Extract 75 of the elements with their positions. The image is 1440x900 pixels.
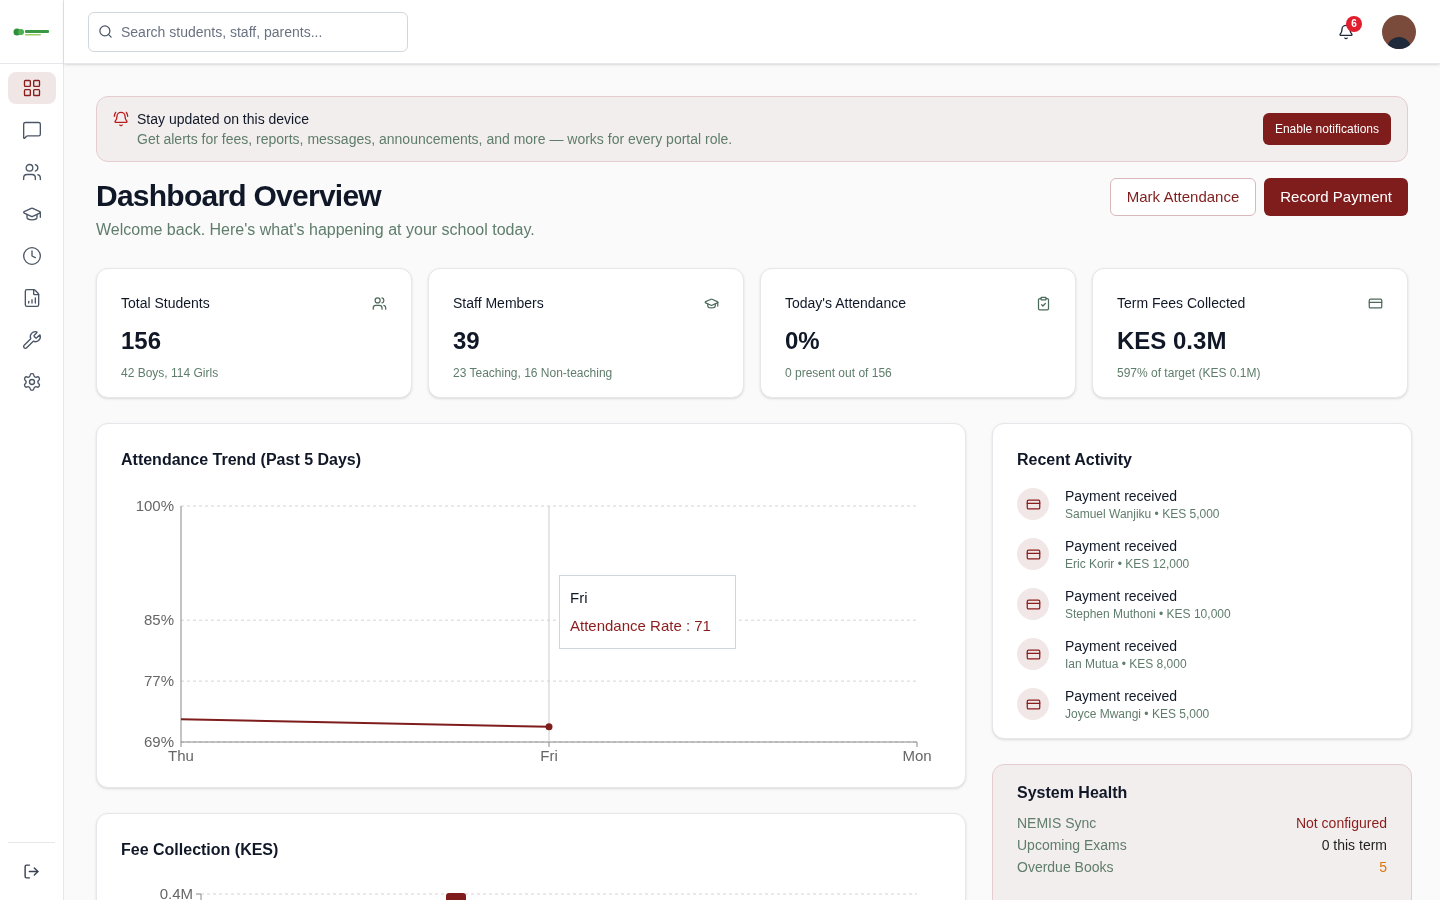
user-avatar[interactable]: [1382, 14, 1416, 49]
clock-icon: [21, 246, 42, 266]
page-subtitle: Welcome back. Here's what's happening at your school today.: [96, 220, 535, 240]
dashboard-icon: [21, 78, 42, 98]
activity-detail: Joyce Mwangi • KES 5,000: [1065, 706, 1210, 722]
notification-count: 6: [1346, 15, 1362, 32]
stat-value: 0%: [785, 326, 821, 356]
payment-icon: [1017, 488, 1049, 520]
y-tick-label: 100%: [135, 497, 174, 514]
logo-icon[interactable]: [12, 26, 51, 37]
banner-title: Stay updated on this device: [137, 110, 310, 129]
stat-label: Term Fees Collected: [1117, 294, 1246, 313]
payment-icon: [1017, 638, 1049, 670]
stat-note: 597% of target (KES 0.1M): [1117, 365, 1262, 381]
nav-item[interactable]: [7, 72, 56, 104]
activity-title: Payment received: [1065, 687, 1179, 706]
card-title: Recent Activity: [1017, 450, 1133, 470]
card-title: Attendance Trend (Past 5 Days): [121, 450, 363, 470]
tooltip-title: Fri: [570, 588, 589, 608]
health-value: 0 this term: [1321, 836, 1387, 855]
stat-value: KES 0.3M: [1117, 326, 1228, 356]
activity-detail: Ian Mutua • KES 8,000: [1065, 656, 1187, 672]
health-label: Overdue Books: [1017, 858, 1114, 877]
stat-value: 156: [121, 326, 163, 356]
bell-icon: [113, 111, 129, 127]
health-label: Upcoming Exams: [1017, 836, 1127, 855]
search-field[interactable]: Search students, staff, parents...: [88, 11, 408, 52]
stat-label: Staff Members: [453, 294, 544, 313]
logout-button[interactable]: [23, 863, 40, 880]
x-tick-label: Thu: [168, 747, 194, 764]
x-tick-label: Fri: [540, 747, 558, 764]
banner-text: Get alerts for fees, reports, messages, announcements, and more — works for every portal role.: [137, 130, 733, 149]
record-payment-button[interactable]: Record Payment: [1264, 178, 1408, 216]
stat-note: 23 Teaching, 16 Non-teaching: [453, 365, 614, 381]
stat-label: Total Students: [121, 294, 210, 313]
wrench-icon: [21, 330, 42, 350]
data-point[interactable]: [545, 723, 553, 731]
payment-icon: [1017, 538, 1049, 570]
activity-title: Payment received: [1065, 637, 1179, 656]
y-tick-label: 69%: [143, 733, 174, 750]
activity-detail: Samuel Wanjiku • KES 5,000: [1065, 506, 1220, 522]
credit-card-icon: [1368, 295, 1383, 311]
logout-icon: [23, 863, 40, 880]
people-icon: [21, 162, 42, 182]
stat-note: 0 present out of 156: [785, 365, 893, 381]
x-tick-label: Mon: [902, 747, 932, 764]
people-icon: [372, 295, 387, 311]
stat-note: 42 Boys, 114 Girls: [121, 365, 220, 381]
payment-icon: [1017, 688, 1049, 720]
health-value: 5: [1379, 858, 1387, 877]
card-title: Fee Collection (KES): [121, 840, 280, 860]
activity-detail: Eric Korir • KES 12,000: [1065, 556, 1190, 572]
tooltip-value: Attendance Rate : 71: [570, 616, 712, 636]
card-title: System Health: [1017, 783, 1129, 803]
health-value: Not configured: [1295, 814, 1387, 833]
stat-label: Today's Attendance: [785, 294, 906, 313]
page-title: Dashboard Overview: [96, 178, 383, 214]
settings-icon: [21, 372, 42, 392]
stat-value: 39: [453, 326, 481, 356]
chat-icon: [21, 120, 42, 140]
payment-icon: [1017, 588, 1049, 620]
activity-title: Payment received: [1065, 587, 1179, 606]
activity-title: Payment received: [1065, 487, 1179, 506]
activity-detail: Stephen Muthoni • KES 10,000: [1065, 606, 1231, 622]
y-tick-label: 85%: [143, 611, 174, 629]
clipboard-check-icon: [1036, 295, 1051, 311]
notifications-button[interactable]: 6: [1330, 15, 1362, 48]
search-icon: [98, 23, 113, 39]
graduation-cap-icon: [704, 295, 719, 311]
mark-attendance-button[interactable]: Mark Attendance: [1109, 178, 1257, 216]
enable-notifications-button[interactable]: Enable notifications: [1262, 113, 1391, 145]
y-tick-label: 77%: [143, 672, 174, 690]
health-label: NEMIS Sync: [1017, 814, 1097, 833]
activity-title: Payment received: [1065, 537, 1179, 556]
bar-chart-drawing: 0.4M: [121, 882, 941, 900]
